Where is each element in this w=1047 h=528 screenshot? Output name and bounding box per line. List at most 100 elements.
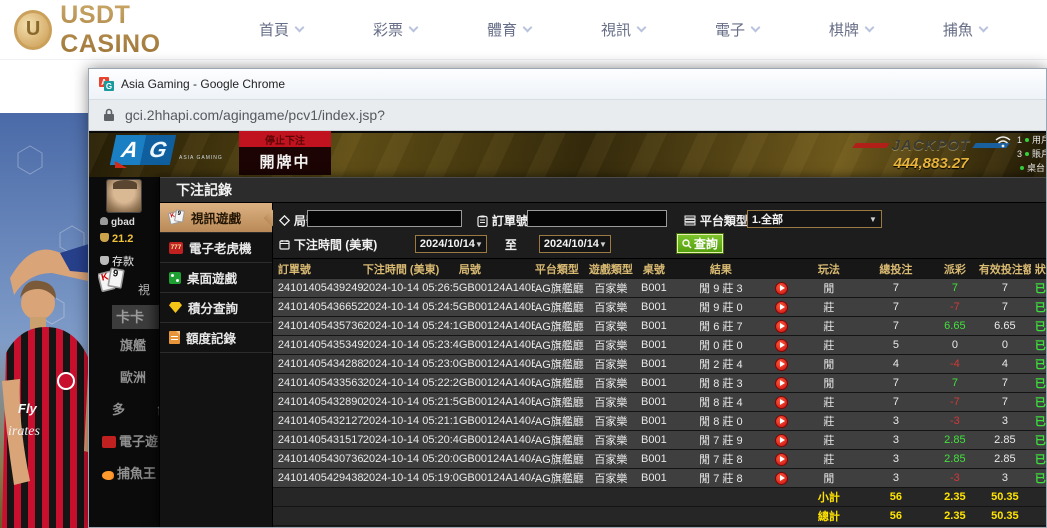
table-cell: 百家樂 [589,356,633,372]
hall-tab-fragment[interactable]: 電子遊 [102,431,158,450]
order-no-input[interactable] [527,210,667,227]
table-cell: 3 [861,434,931,446]
url-text: gci.2hhapi.com/agingame/pcv1/index.jsp? [125,107,385,123]
table-cell: 7 [861,320,931,332]
table-cell: GB00124A140B4 [459,320,535,332]
document-icon [169,331,180,344]
table-cell: B001 [633,434,675,446]
table-row: 2410140543428892024-10-14 05:23:01GB0012… [273,355,1046,374]
nav-item-label: 體育 [487,19,517,40]
table-cell: B001 [633,396,675,408]
table-cell: 閒 8 莊 4 [675,394,767,410]
platform-type-select[interactable]: 1.全部▼ [747,210,882,228]
round-no-input[interactable] [307,210,462,227]
table-cell: 2024-10-14 05:20:09 [363,453,459,465]
nav-item-4[interactable]: 電子 [715,19,759,40]
table-cell: AG旗艦廳 [535,432,589,448]
menu-item-2[interactable]: 桌面遊戲 [160,263,272,293]
table-cell: 2.85 [979,434,1031,446]
replay-button[interactable] [775,301,788,314]
table-cell: AG旗艦廳 [535,318,589,334]
table-cell: 已結 [1031,337,1046,353]
replay-cell [767,415,797,428]
column-header: 有效投注額 [979,261,1031,277]
user-avatar[interactable] [106,179,142,213]
table-cell: B001 [633,320,675,332]
table-cell: 3 [861,472,931,484]
table-cell: 241014054342889 [273,358,363,370]
nav-item-1[interactable]: 彩票 [373,19,417,40]
table-cell: AG旗艦廳 [535,356,589,372]
video-tab-fragment: 視 [138,281,150,298]
nav-item-3[interactable]: 視訊 [601,19,645,40]
hall-tab-fragment[interactable]: 旗艦 [120,335,146,354]
table-cell: 241014054392490 [273,282,363,294]
replay-button[interactable] [775,358,788,371]
deposit-link[interactable]: 存款 [100,253,134,269]
replay-button[interactable] [775,434,788,447]
address-bar[interactable]: gci.2hhapi.com/agingame/pcv1/index.jsp? [89,100,1046,131]
menu-item-1[interactable]: 777電子老虎機 [160,233,272,263]
table-cell: 241014054321271 [273,415,363,427]
replay-button[interactable] [775,339,788,352]
table-cell: 閒 9 莊 0 [675,299,767,315]
date-to-select[interactable]: 2024/10/14▼ [539,235,611,253]
table-cell: 7 [979,396,1031,408]
session-info-row: 3賬戶 [1017,147,1046,160]
replay-button[interactable] [775,396,788,409]
nav-item-0[interactable]: 首頁 [259,19,303,40]
table-cell: 莊 [797,432,861,448]
replay-button[interactable] [775,472,788,485]
table-cell: 閒 7 莊 8 [675,470,767,486]
column-header: 平台類型 [535,261,589,277]
jackpot-value: 444,883.27 [851,155,1011,172]
platform-type-label: 平台類型 [684,212,748,229]
table-cell: B001 [633,377,675,389]
column-header: 派彩 [931,261,979,277]
nav-item-2[interactable]: 體育 [487,19,531,40]
table-row: 2410140543924902024-10-14 05:26:56GB0012… [273,279,1046,298]
hall-tab-fragment[interactable]: 歐洲 [120,367,146,386]
hall-tab-fragment[interactable]: 捕魚王 [102,463,156,482]
table-cell: 2.85 [931,434,979,446]
date-from-select[interactable]: 2024/10/14▼ [415,235,487,253]
replay-button[interactable] [775,320,788,333]
replay-button[interactable] [775,453,788,466]
nav-item-5[interactable]: 棋牌 [829,19,873,40]
ag-game-page: A G ASIA GAMING 停止下注 開牌中 JACKPOT 444,883… [89,131,1046,527]
table-cell: 7 [861,301,931,313]
nav-item-label: 棋牌 [829,19,859,40]
table-cell: B001 [633,358,675,370]
replay-button[interactable] [775,377,788,390]
table-cell: 4 [861,358,931,370]
chevron-down-icon [864,23,874,33]
menu-item-3[interactable]: 積分查詢 [160,293,272,323]
table-cell: 2024-10-14 05:22:24 [363,377,459,389]
clipboard-icon [477,215,488,227]
table-cell: -7 [931,301,979,313]
dialog-title: 下注記錄 [160,177,1046,203]
table-cell: 百家樂 [589,299,633,315]
search-button[interactable]: 查詢 [677,234,723,253]
hall-tab-fragment[interactable]: 多 台 [112,399,159,418]
nav-item-6[interactable]: 捕魚 [943,19,987,40]
table-cell: GB00124A140AZ [459,415,535,427]
playing-cards-icon: K9 [169,210,185,225]
table-cell: 已結 [1031,356,1046,372]
menu-item-0[interactable]: K9視訊遊戲 [160,203,272,233]
replay-button[interactable] [775,415,788,428]
replay-cell [767,358,797,371]
table-cell: 閒 [797,356,861,372]
table-cell: 241014054353499 [273,339,363,351]
window-titlebar[interactable]: AG Asia Gaming - Google Chrome [89,69,1046,100]
casino-brand[interactable]: U USDT CASINO [14,1,229,59]
chrome-popup-window: AG Asia Gaming - Google Chrome gci.2hhap… [88,68,1047,528]
table-cell: 已結 [1031,451,1046,467]
replay-cell [767,301,797,314]
table-cell: AG旗艦廳 [535,470,589,486]
menu-item-4[interactable]: 額度記錄 [160,323,272,353]
table-cell: B001 [633,301,675,313]
table-cell: 241014054335634 [273,377,363,389]
table-cell: GB00124A140B9 [459,282,535,294]
replay-button[interactable] [775,282,788,295]
